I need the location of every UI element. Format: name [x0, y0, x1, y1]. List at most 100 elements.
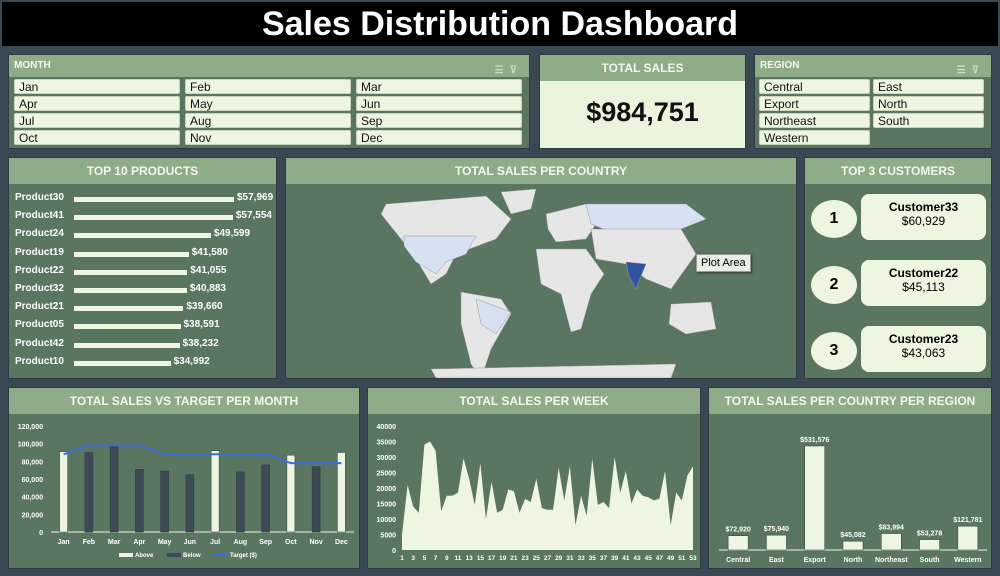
total-sales-header: TOTAL SALES: [540, 55, 745, 81]
month-option[interactable]: Dec: [356, 130, 522, 145]
monthly-chart: 0 20,000 40,000 60,000 80,000 100,000 120,000 J…: [18, 424, 354, 559]
multi-select-icon[interactable]: ☰: [957, 65, 972, 76]
customer-name: Customer23: [888, 332, 959, 346]
month-option[interactable]: Jun: [356, 96, 522, 111]
region-bar: [804, 445, 825, 551]
x-tick-label: 7: [434, 555, 438, 562]
product-bar: [74, 342, 180, 348]
customer-sales: $45,113: [902, 280, 945, 294]
month-option[interactable]: Nov: [185, 130, 351, 145]
region-bar: [842, 540, 864, 551]
month-slicer-title: MONTH: [14, 60, 51, 71]
x-tick-label: Jun: [184, 539, 196, 546]
region-option[interactable]: East: [873, 79, 984, 94]
total-sales-value: $984,751: [586, 97, 699, 127]
legend-swatch: [167, 553, 181, 557]
product-bar: [74, 215, 233, 221]
region-option[interactable]: South: [873, 113, 984, 128]
y-tick-label: 0: [392, 548, 396, 555]
region-chart-panel: TOTAL SALES PER COUNTRY PER REGION $72,9…: [708, 387, 992, 569]
top-customers-panel: TOP 3 CUSTOMERS 1 Customer33 $60,929 2 Custo…: [804, 157, 992, 379]
month-option[interactable]: Jul: [14, 113, 180, 128]
multi-select-icon[interactable]: ☰: [495, 65, 510, 76]
month-option[interactable]: Feb: [185, 79, 351, 94]
map-greenland: [500, 188, 537, 215]
region-chart: $72,920 Central $75,940 East $531,576 Export $…: [719, 437, 987, 564]
x-tick-label: 35: [589, 555, 597, 562]
top-products-panel: TOP 10 PRODUCTS Product30 $57,969 Product4…: [8, 157, 277, 379]
region-option[interactable]: Western: [759, 130, 870, 145]
top-customers-header: TOP 3 CUSTOMERS: [805, 158, 991, 184]
x-tick-label: 41: [622, 555, 630, 562]
x-tick-label: North: [844, 557, 863, 564]
rank-badge: 2: [811, 266, 857, 304]
map-usa: [403, 235, 477, 275]
x-tick-label: Mar: [108, 539, 121, 546]
x-tick-label: 19: [499, 555, 507, 562]
data-label: $83,994: [879, 525, 904, 532]
product-value: $57,969: [237, 192, 274, 203]
data-label: $53,278: [917, 531, 942, 538]
bar-below: [236, 471, 245, 533]
x-tick-label: Nov: [310, 539, 323, 546]
x-tick-label: 53: [689, 555, 697, 562]
data-label: $531,576: [800, 437, 829, 444]
region-option[interactable]: Northeast: [759, 113, 870, 128]
x-tick-label: 39: [611, 555, 619, 562]
x-tick-label: 15: [477, 555, 485, 562]
bar-below: [109, 446, 119, 533]
x-tick-label: 49: [667, 555, 675, 562]
weekly-area: [402, 441, 693, 550]
total-sales-card: TOTAL SALES $984,751: [539, 54, 746, 149]
x-tick-label: Apr: [133, 539, 145, 546]
map-header: TOTAL SALES PER COUNTRY: [286, 158, 796, 184]
y-tick-label: 80,000: [22, 459, 44, 466]
clear-filter-icon[interactable]: ⊽: [510, 65, 523, 76]
x-tick-label: 27: [544, 555, 552, 562]
product-value: $57,554: [235, 210, 272, 222]
world-map[interactable]: [286, 184, 796, 380]
y-tick-label: 35000: [377, 440, 397, 447]
region-option[interactable]: North: [873, 96, 984, 111]
month-option[interactable]: Aug: [185, 113, 351, 128]
legend-label: Target ($): [230, 553, 257, 559]
x-tick-label: Oct: [285, 539, 297, 546]
data-label: $75,940: [764, 526, 789, 533]
product-name: Product05: [15, 319, 64, 331]
rank-badge: 3: [811, 332, 857, 370]
map-australia: [668, 301, 717, 335]
customer-card: Customer22 $45,113: [861, 260, 986, 306]
product-bar: [74, 324, 181, 330]
product-name: Product32: [15, 283, 64, 294]
month-option[interactable]: May: [185, 96, 351, 111]
x-tick-label: East: [769, 557, 784, 564]
region-bar: [919, 539, 940, 551]
month-option[interactable]: Jan: [14, 79, 180, 94]
product-bar: [74, 306, 184, 312]
product-name: Product19: [15, 246, 64, 258]
x-tick-label: 51: [678, 555, 686, 562]
x-tick-label: Sep: [259, 539, 272, 546]
y-tick-label: 5000: [380, 533, 396, 540]
month-option[interactable]: Oct: [14, 130, 180, 145]
region-option[interactable]: Export: [759, 96, 870, 111]
product-value: $41,055: [190, 264, 227, 276]
clear-filter-icon[interactable]: ⊽: [972, 65, 985, 76]
product-value: $41,580: [191, 246, 228, 258]
bar-above: [286, 454, 296, 533]
weekly-chart: 0 5000 10000 15000 20000 25000 30000 35000 40000…: [377, 424, 697, 562]
x-tick-label: South: [920, 557, 940, 564]
region-slicer: REGION ☰⊽ Central East Export North Northeas…: [754, 54, 992, 149]
data-label: $72,920: [725, 527, 750, 534]
weekly-chart-title: TOTAL SALES PER WEEK: [368, 388, 700, 414]
month-option[interactable]: Apr: [14, 96, 180, 111]
product-value: $38,591: [183, 319, 220, 331]
region-option[interactable]: Central: [759, 79, 870, 94]
y-tick-label: 40,000: [22, 495, 44, 502]
x-tick-label: 33: [577, 555, 585, 562]
legend-swatch: [119, 553, 133, 557]
product-value: $49,599: [213, 228, 251, 240]
product-name: Product42: [15, 337, 64, 349]
month-option[interactable]: Sep: [356, 113, 522, 128]
month-option[interactable]: Mar: [356, 79, 522, 94]
